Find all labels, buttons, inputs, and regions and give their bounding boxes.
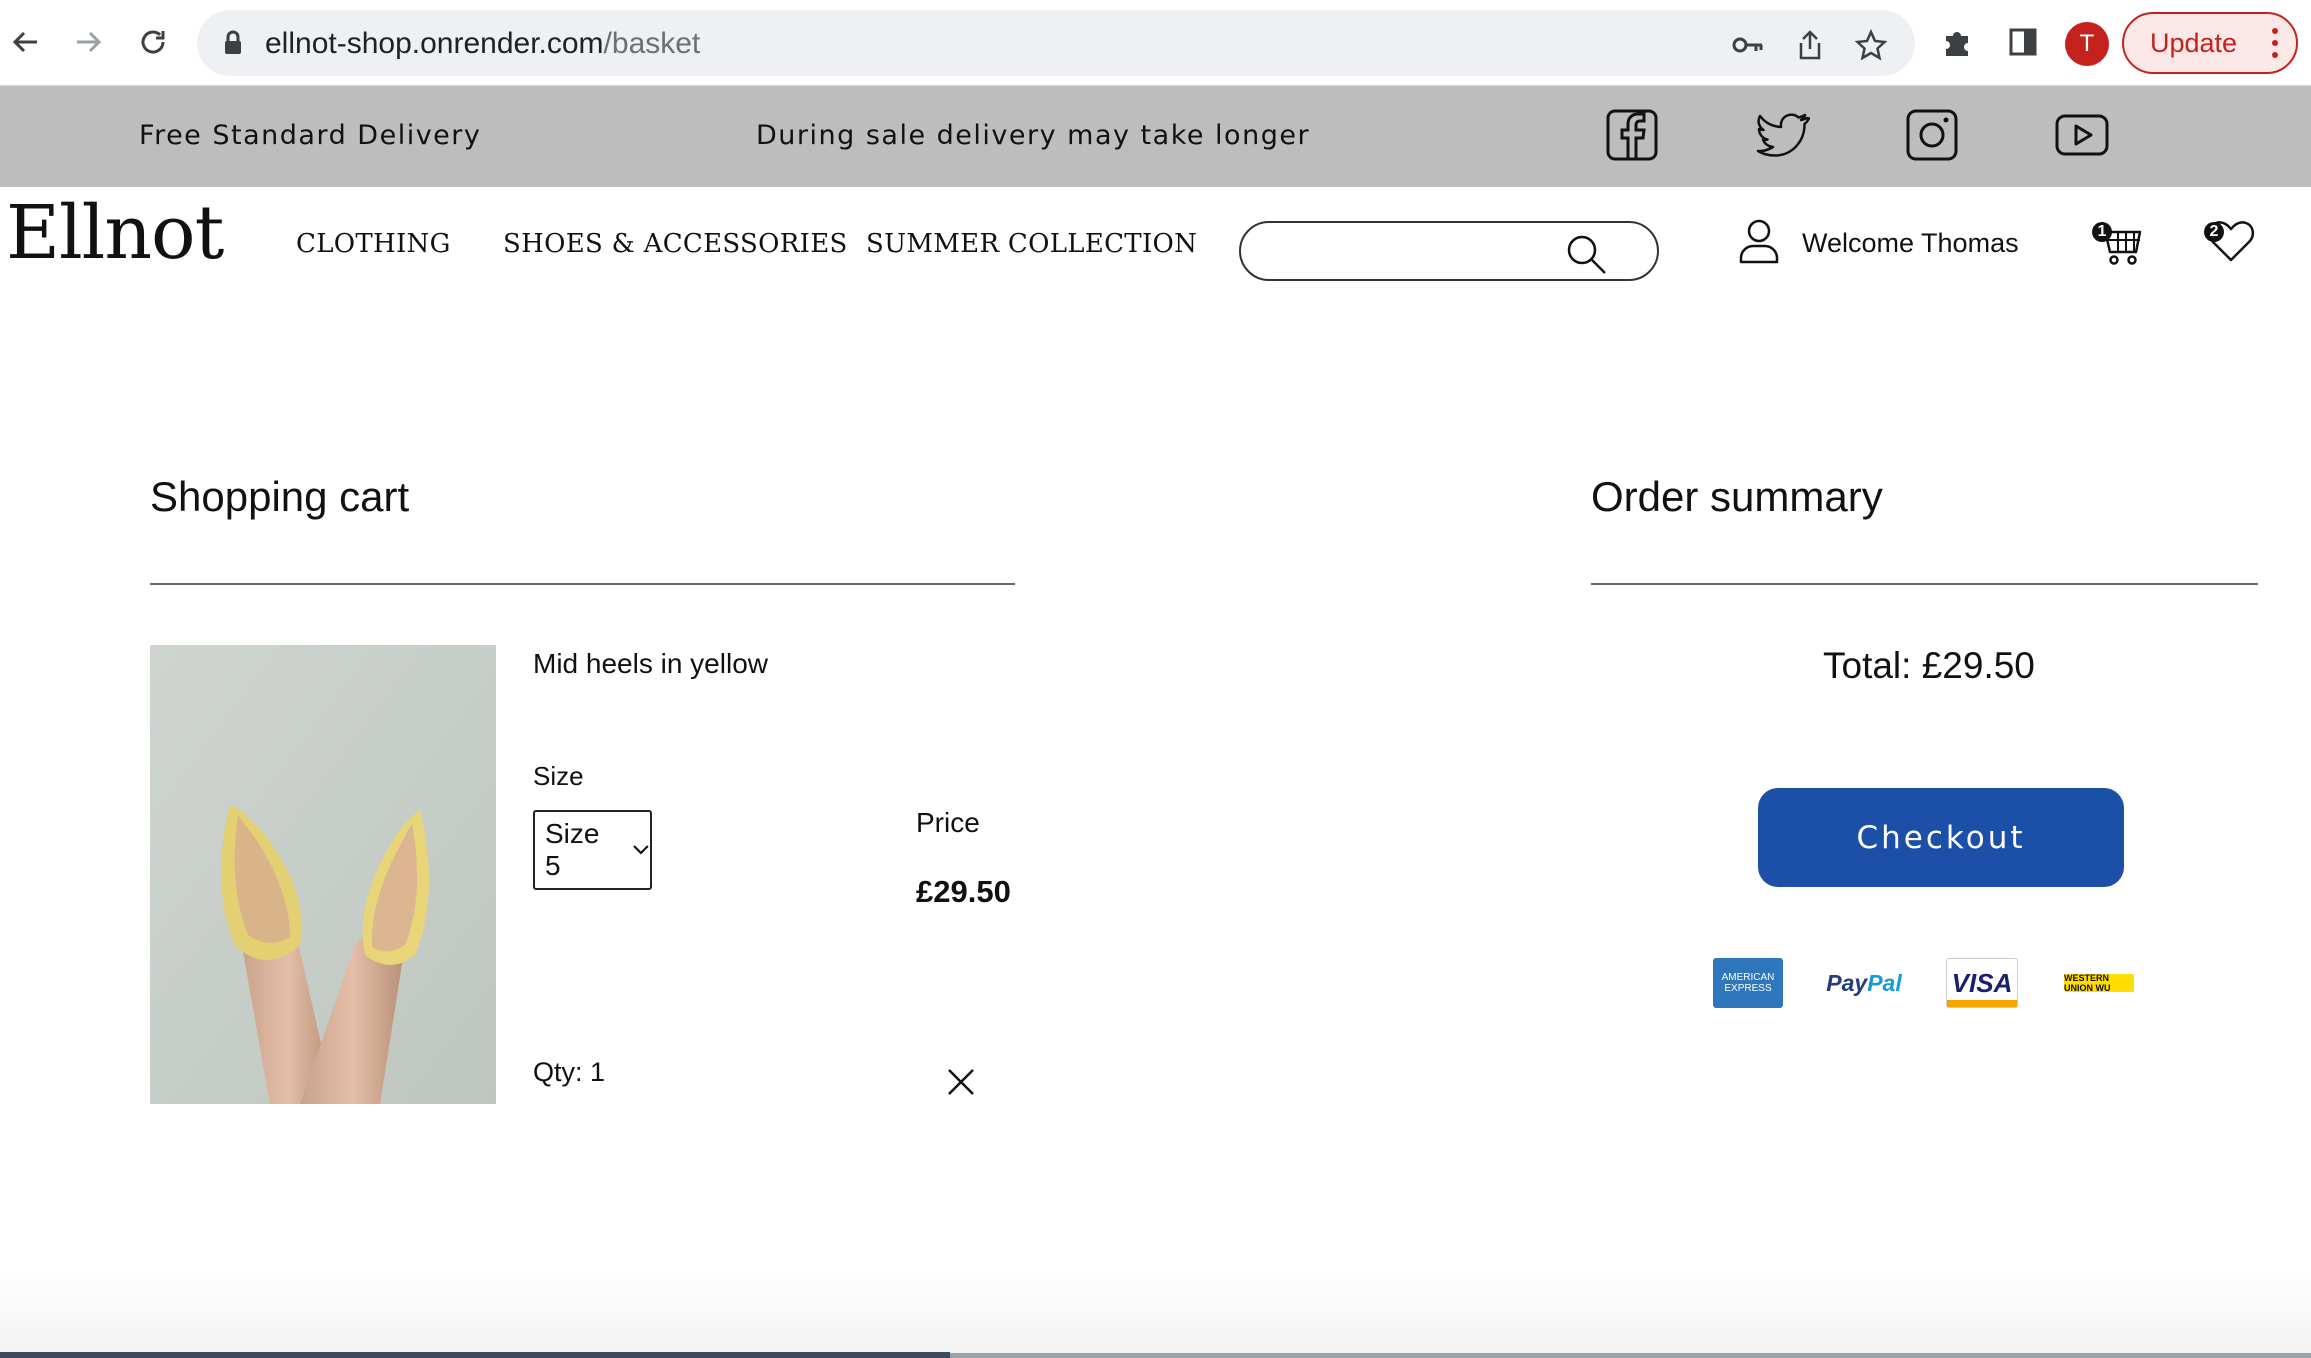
user-icon[interactable] (1738, 218, 1780, 264)
sale-delivery-notice: During sale delivery may take longer (756, 120, 1311, 151)
url-host: ellnot-shop.onrender.com (265, 27, 604, 60)
forward-arrow-icon (77, 31, 102, 53)
instagram-icon (1906, 109, 1958, 161)
facebook-icon (1606, 109, 1658, 161)
puzzle-icon (1946, 32, 1968, 56)
back-button[interactable] (4, 20, 48, 64)
item-price: £29.50 (916, 874, 1011, 909)
remove-item-button[interactable] (945, 1066, 977, 1098)
password-key-button[interactable] (1731, 28, 1765, 62)
visa-text: VISA (1951, 965, 2013, 1000)
bookmark-button[interactable] (1854, 28, 1888, 62)
extensions-button[interactable] (1938, 22, 1978, 62)
summary-divider (1591, 583, 2258, 585)
checkout-button[interactable]: Checkout (1758, 788, 2124, 887)
amex-logo: AMERICAN EXPRESS (1713, 958, 1783, 1008)
instagram-link[interactable] (1905, 108, 1959, 162)
profile-avatar[interactable]: T (2065, 22, 2109, 66)
quantity-text: Qty: 1 (533, 1057, 606, 1087)
update-label: Update (2150, 27, 2238, 58)
window-bottom-edge-right (950, 1353, 2311, 1358)
address-bar[interactable]: ellnot-shop.onrender.com/basket (197, 10, 1915, 76)
window-bottom-edge (0, 1352, 950, 1358)
paypal-text-pal: Pal (1867, 969, 1902, 996)
side-panel-icon (2009, 28, 2037, 56)
visa-logo: VISA (1946, 958, 2018, 1008)
western-union-logo: WESTERN UNION WU (2064, 973, 2134, 993)
more-menu-icon (2272, 28, 2278, 64)
order-total: Total: £29.50 (1823, 645, 2035, 686)
forward-button[interactable] (66, 20, 110, 64)
size-select[interactable]: Size 5 (533, 810, 652, 890)
paypal-logo: Pay Pal (1826, 958, 1902, 1008)
page-bottom-shade (0, 1270, 2311, 1358)
browser-toolbar: ellnot-shop.onrender.com/basket T Update (0, 0, 2311, 86)
site-logo[interactable]: Ellnot (6, 190, 224, 276)
close-icon (948, 1069, 974, 1095)
update-button[interactable]: Update (2122, 12, 2298, 74)
promo-bar: Free Standard Delivery During sale deliv… (0, 86, 2311, 187)
wishlist-count-badge: 2 (2204, 222, 2224, 242)
side-panel-button[interactable] (2003, 22, 2043, 62)
search-box (1239, 221, 1659, 281)
twitter-icon (1756, 113, 1810, 157)
cart-divider (150, 583, 1015, 585)
star-icon (1855, 29, 1887, 61)
wishlist-button[interactable]: 2 (2204, 218, 2256, 266)
facebook-link[interactable] (1605, 108, 1659, 162)
url-path: /basket (603, 27, 701, 60)
reload-button[interactable] (131, 20, 175, 64)
size-select-value: Size 5 (545, 818, 600, 881)
order-summary-title: Order summary (1591, 473, 1883, 520)
nav-summer-collection[interactable]: SUMMER COLLECTION (866, 229, 1197, 259)
lock-icon (225, 30, 241, 54)
cart-button[interactable]: 1 (2092, 218, 2144, 266)
nav-shoes-accessories[interactable]: SHOES & ACCESSORIES (503, 229, 848, 259)
share-button[interactable] (1793, 28, 1827, 62)
url-text: ellnot-shop.onrender.com/basket (265, 27, 700, 61)
key-icon (1732, 37, 1763, 53)
yellow-heels-photo (150, 645, 496, 1104)
share-icon (1799, 30, 1821, 60)
size-label: Size (533, 761, 584, 791)
shopping-cart-title: Shopping cart (150, 473, 410, 520)
search-icon[interactable] (1565, 233, 1607, 275)
nav-clothing[interactable]: CLOTHING (296, 229, 451, 259)
twitter-link[interactable] (1756, 108, 1810, 162)
youtube-icon (2055, 114, 2109, 156)
welcome-user-text[interactable]: Welcome Thomas (1802, 228, 2019, 259)
paypal-text-pay: Pay (1826, 969, 1868, 996)
chevron-down-icon (633, 845, 649, 855)
product-name[interactable]: Mid heels in yellow (533, 648, 768, 680)
reload-icon (141, 30, 165, 54)
youtube-link[interactable] (2055, 108, 2109, 162)
back-arrow-icon (12, 31, 37, 53)
product-image[interactable] (150, 645, 496, 1104)
price-label: Price (916, 807, 980, 838)
free-delivery-text: Free Standard Delivery (139, 120, 482, 151)
cart-count-badge: 1 (2092, 222, 2112, 242)
search-input[interactable] (1261, 233, 1561, 271)
